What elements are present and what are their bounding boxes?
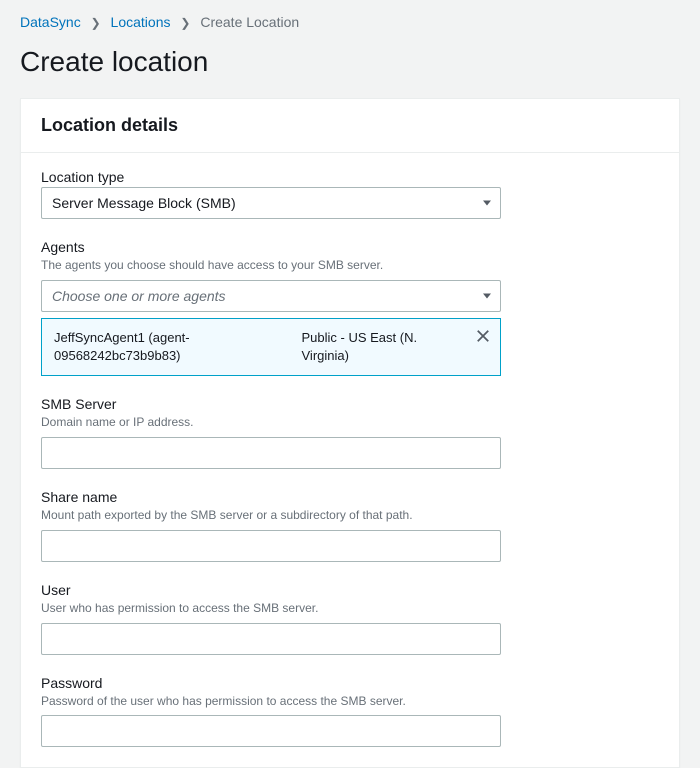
field-agents: Agents The agents you choose should have… bbox=[41, 239, 659, 376]
location-type-value: Server Message Block (SMB) bbox=[52, 195, 236, 211]
password-input[interactable] bbox=[41, 715, 501, 747]
chevron-right-icon: ❯ bbox=[91, 16, 101, 30]
location-type-select[interactable]: Server Message Block (SMB) bbox=[41, 187, 501, 219]
smb-server-input[interactable] bbox=[41, 437, 501, 469]
remove-agent-button[interactable] bbox=[476, 329, 490, 343]
chevron-right-icon: ❯ bbox=[180, 16, 190, 30]
field-location-type: Location type Server Message Block (SMB) bbox=[41, 169, 659, 219]
field-smb-server: SMB Server Domain name or IP address. bbox=[41, 396, 659, 469]
agents-placeholder: Choose one or more agents bbox=[52, 288, 226, 304]
agent-token-endpoint: Public - US East (N. Virginia) bbox=[302, 329, 465, 365]
page-title: Create location bbox=[0, 38, 700, 98]
breadcrumb-link-locations[interactable]: Locations bbox=[111, 14, 171, 30]
share-name-hint: Mount path exported by the SMB server or… bbox=[41, 507, 659, 524]
field-share-name: Share name Mount path exported by the SM… bbox=[41, 489, 659, 562]
password-hint: Password of the user who has permission … bbox=[41, 693, 659, 710]
breadcrumb-link-datasync[interactable]: DataSync bbox=[20, 14, 81, 30]
share-name-input[interactable] bbox=[41, 530, 501, 562]
location-type-label: Location type bbox=[41, 169, 659, 185]
agent-token-name: JeffSyncAgent1 (agent-09568242bc73b9b83) bbox=[54, 329, 282, 365]
smb-server-label: SMB Server bbox=[41, 396, 659, 412]
location-details-panel: Location details Location type Server Me… bbox=[20, 98, 680, 768]
close-icon bbox=[476, 329, 490, 343]
agents-label: Agents bbox=[41, 239, 659, 255]
user-hint: User who has permission to access the SM… bbox=[41, 600, 659, 617]
panel-header: Location details bbox=[21, 99, 679, 153]
user-label: User bbox=[41, 582, 659, 598]
field-user: User User who has permission to access t… bbox=[41, 582, 659, 655]
field-password: Password Password of the user who has pe… bbox=[41, 675, 659, 748]
password-label: Password bbox=[41, 675, 659, 691]
agents-hint: The agents you choose should have access… bbox=[41, 257, 659, 274]
smb-server-hint: Domain name or IP address. bbox=[41, 414, 659, 431]
breadcrumb-current: Create Location bbox=[200, 14, 299, 30]
user-input[interactable] bbox=[41, 623, 501, 655]
breadcrumb: DataSync ❯ Locations ❯ Create Location bbox=[0, 0, 700, 38]
share-name-label: Share name bbox=[41, 489, 659, 505]
agents-select[interactable]: Choose one or more agents bbox=[41, 280, 501, 312]
agent-token: JeffSyncAgent1 (agent-09568242bc73b9b83)… bbox=[41, 318, 501, 376]
